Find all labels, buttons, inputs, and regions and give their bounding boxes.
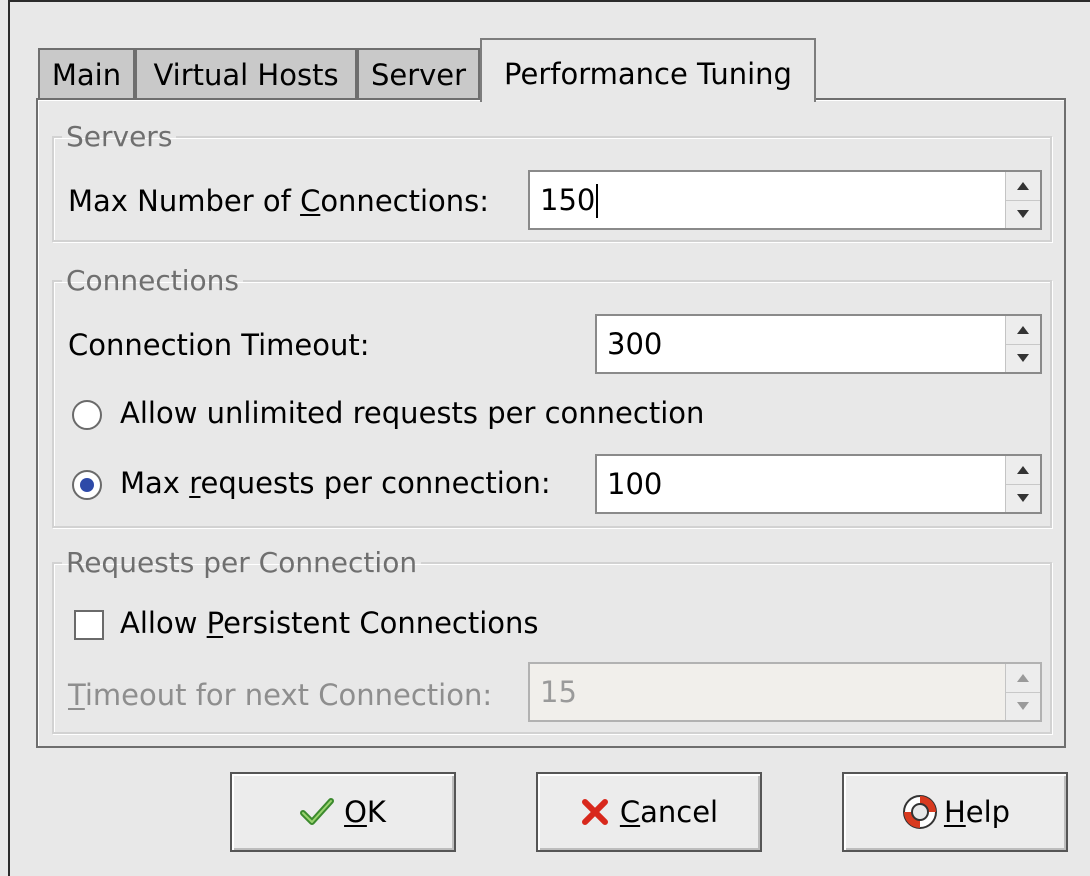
- spin-down-button[interactable]: [1006, 344, 1040, 372]
- ok-button-label: OK: [344, 795, 386, 829]
- connection-timeout-label: Connection Timeout:: [68, 328, 370, 362]
- max-connections-label: Max Number of Connections:: [68, 184, 490, 218]
- spin-down-button[interactable]: [1006, 484, 1040, 512]
- spin-buttons: [1005, 172, 1040, 228]
- spin-down-button[interactable]: [1006, 200, 1040, 228]
- max-requests-radio[interactable]: [72, 470, 102, 500]
- arrow-down-icon: [1017, 494, 1029, 502]
- connection-timeout-spinbox[interactable]: 300: [595, 314, 1042, 374]
- unlimited-requests-radio[interactable]: [72, 400, 102, 430]
- connection-timeout-value[interactable]: 300: [607, 316, 662, 372]
- arrow-up-icon: [1017, 674, 1029, 682]
- next-connection-timeout-spinbox: 15: [528, 662, 1042, 722]
- spin-up-button: [1006, 664, 1040, 693]
- tab-performance-tuning[interactable]: Performance Tuning: [480, 38, 816, 102]
- spin-buttons: [1005, 316, 1040, 372]
- requests-legend: Requests per Connection: [66, 546, 418, 579]
- arrow-down-icon: [1017, 210, 1029, 218]
- cancel-button[interactable]: Cancel: [536, 772, 762, 852]
- arrow-up-icon: [1017, 182, 1029, 190]
- lifebuoy-icon: [900, 792, 940, 832]
- max-connections-spinbox[interactable]: 150: [528, 170, 1042, 230]
- unlimited-requests-label[interactable]: Allow unlimited requests per connection: [120, 396, 704, 430]
- help-button[interactable]: Help: [842, 772, 1068, 852]
- ok-button[interactable]: OK: [230, 772, 456, 852]
- spin-buttons: [1005, 456, 1040, 512]
- arrow-down-icon: [1017, 354, 1029, 362]
- spin-down-button: [1006, 692, 1040, 720]
- tab-virtual-hosts[interactable]: Virtual Hosts: [135, 48, 357, 98]
- window-border-top: [8, 0, 1090, 2]
- arrow-down-icon: [1017, 702, 1029, 710]
- max-requests-label[interactable]: Max requests per connection:: [120, 466, 551, 500]
- max-requests-value[interactable]: 100: [607, 456, 662, 512]
- text-caret: [596, 184, 598, 218]
- spin-up-button[interactable]: [1006, 172, 1040, 201]
- max-connections-value[interactable]: 150: [540, 172, 595, 228]
- x-icon: [580, 797, 610, 827]
- servers-legend: Servers: [66, 120, 173, 153]
- tab-main[interactable]: Main: [38, 48, 135, 98]
- connections-legend: Connections: [66, 264, 240, 297]
- max-requests-spinbox[interactable]: 100: [595, 454, 1042, 514]
- tab-server[interactable]: Server: [357, 48, 480, 98]
- cancel-button-label: Cancel: [619, 795, 719, 829]
- spin-up-button[interactable]: [1006, 316, 1040, 345]
- radio-selected-dot: [80, 478, 94, 492]
- next-connection-timeout-label: Timeout for next Connection:: [68, 678, 493, 712]
- next-connection-timeout-value: 15: [540, 675, 577, 709]
- window-border-left: [8, 0, 10, 876]
- arrow-up-icon: [1017, 466, 1029, 474]
- help-button-label: Help: [943, 795, 1011, 829]
- performance-tuning-panel: Servers Max Number of Connections: 150 C…: [36, 98, 1066, 748]
- spin-up-button[interactable]: [1006, 456, 1040, 485]
- persistent-connections-checkbox[interactable]: [74, 610, 104, 640]
- arrow-up-icon: [1017, 326, 1029, 334]
- check-icon: [300, 797, 335, 827]
- spin-buttons: [1005, 664, 1040, 720]
- persistent-connections-label[interactable]: Allow Persistent Connections: [120, 606, 539, 640]
